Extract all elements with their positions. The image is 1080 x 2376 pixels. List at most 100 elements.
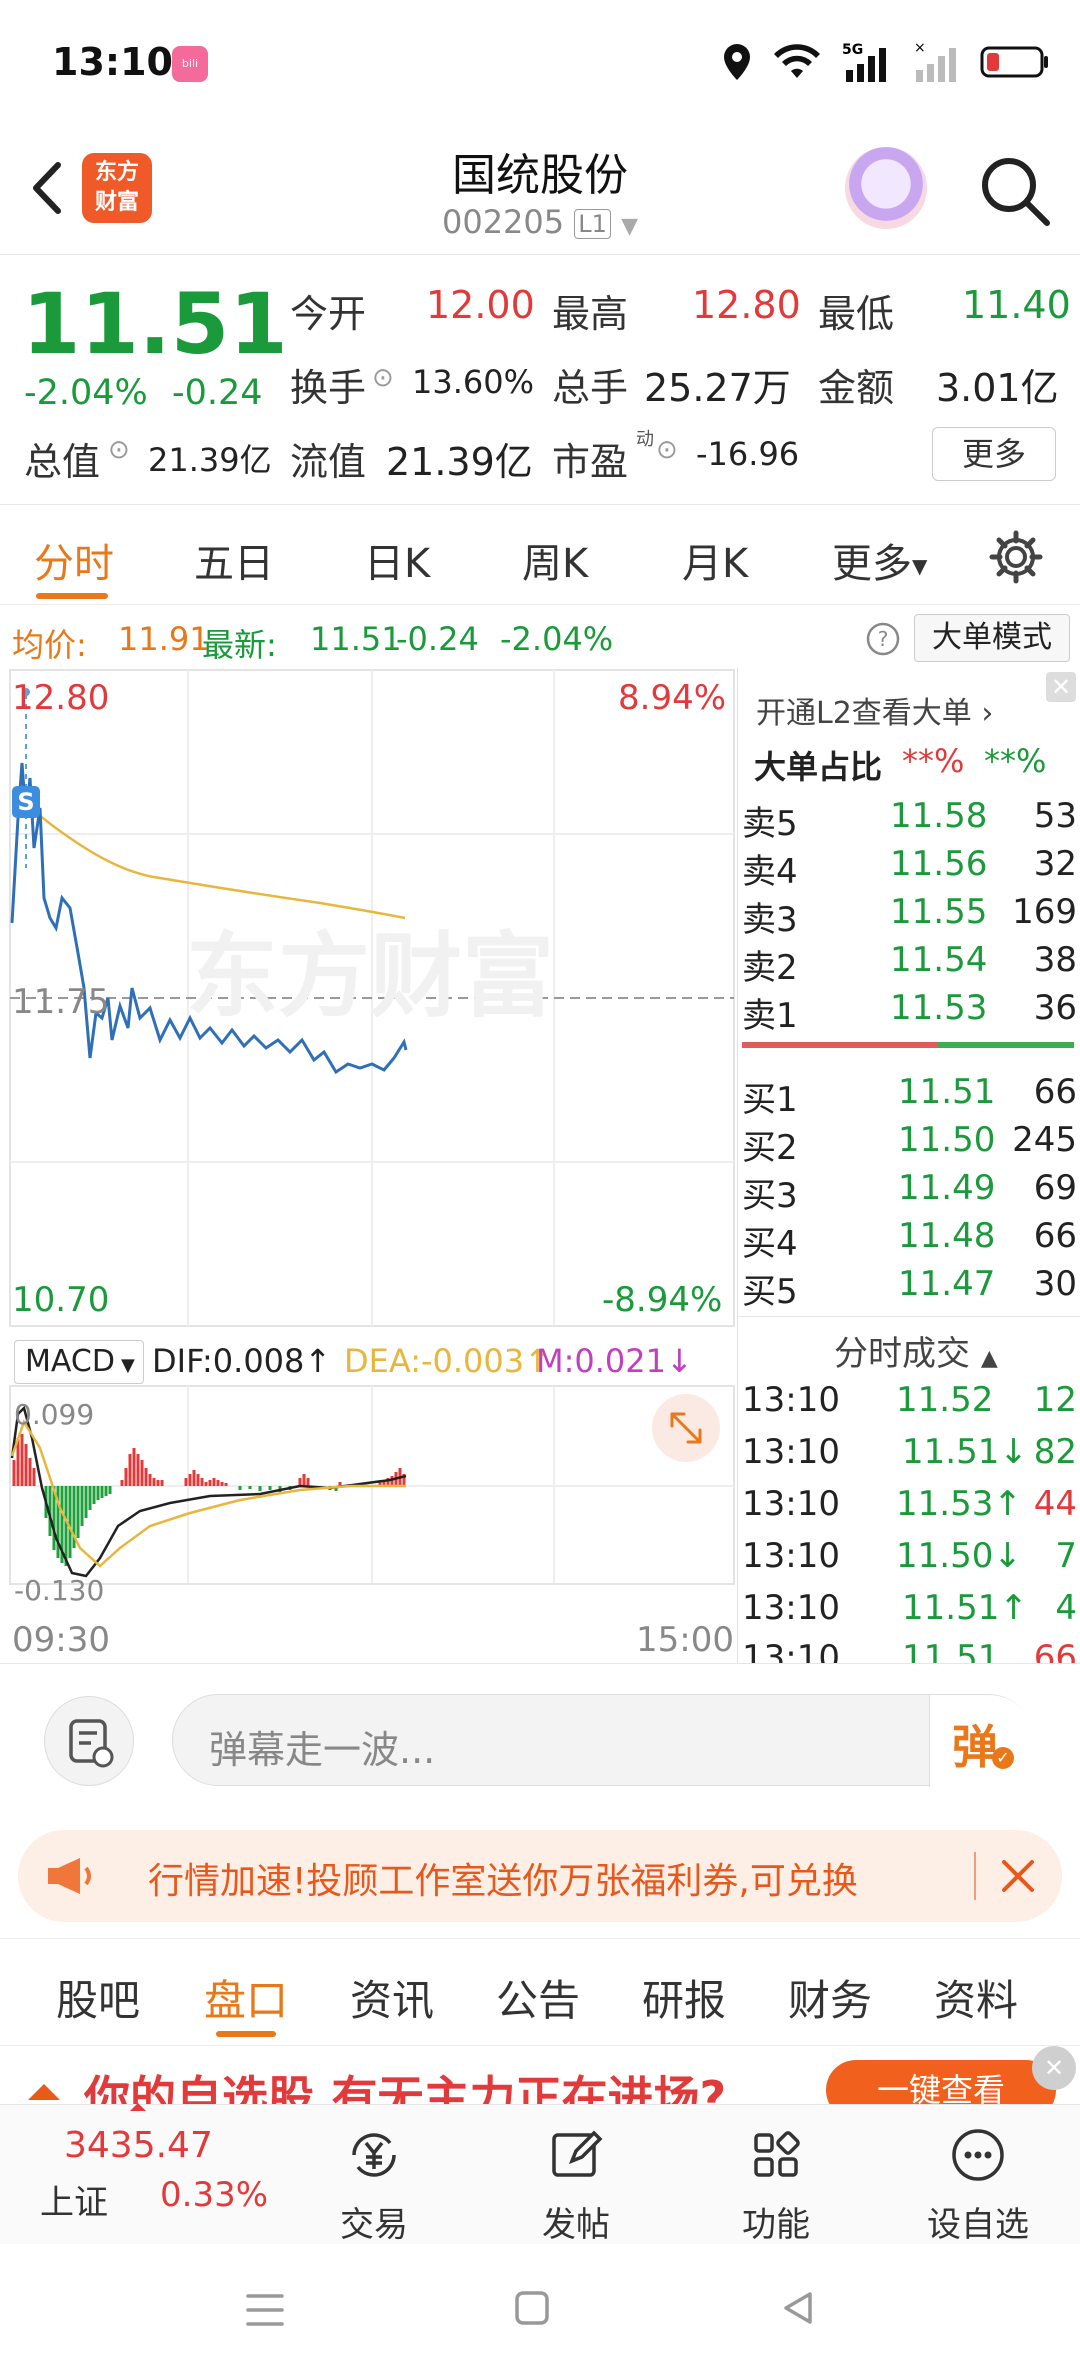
info-dots-icon[interactable]: ⊙ [656, 435, 678, 465]
ask-price: 11.54 [890, 940, 988, 980]
trades-header[interactable]: 分时成交 ▲ [834, 1326, 998, 1375]
l2-upgrade-link-text: 开通L2查看大单 [756, 696, 972, 731]
svg-text:?: ? [878, 627, 889, 651]
bid-price: 11.47 [898, 1264, 996, 1304]
bilibili-notification-icon: bili [172, 46, 208, 82]
ask-price: 11.53 [890, 988, 988, 1028]
danmu-send-label: 弹 [952, 1720, 998, 1774]
home-icon[interactable] [512, 2288, 552, 2328]
tab-forum[interactable]: 股吧 [56, 1967, 140, 2028]
ask-price: 11.58 [890, 796, 988, 836]
index-name: 上证 [40, 2183, 108, 2223]
macd-m-value: M:0.021 [536, 1342, 666, 1380]
caret-down-icon: ▼ [120, 1355, 135, 1376]
turnover-label: 换手 [290, 366, 367, 410]
tab-five-day[interactable]: 五日 [194, 531, 274, 589]
index-value[interactable]: 3435.47 [64, 2125, 213, 2166]
bid-volume: 69 [1033, 1168, 1077, 1208]
l2-upgrade-link[interactable]: 开通L2查看大单 › [756, 688, 993, 732]
close-icon[interactable] [1000, 1858, 1036, 1894]
trade-row: 13:10 11.52 12 [738, 1380, 1080, 1428]
back-icon[interactable] [778, 2288, 818, 2328]
functions-button[interactable]: 功能 [716, 2123, 836, 2246]
quote-panel: 11.51 -2.04% -0.24 今开 12.00 最高 12.80 最低 … [0, 255, 1080, 505]
bid-label: 买4 [742, 1224, 798, 1264]
ask-row: 卖2 11.54 38 [738, 940, 1080, 988]
intraday-chart[interactable]: 东方财富 S 12.80 8.94% 11.75 10.70 -8.94% MA… [0, 668, 735, 1663]
caret-up-icon [130, 2103, 146, 2111]
bid-volume: 66 [1033, 1072, 1077, 1112]
tab-profile[interactable]: 资料 [934, 1967, 1018, 2028]
ask-volume: 169 [1012, 892, 1077, 932]
amount-value: 3.01亿 [936, 366, 1059, 410]
tab-news[interactable]: 资讯 [350, 1967, 434, 2028]
current-price: 11.51 [22, 275, 288, 373]
add-watchlist-button[interactable]: 设自选 [918, 2123, 1038, 2246]
tab-intraday[interactable]: 分时 [34, 531, 114, 589]
status-time: 13:10 [52, 40, 173, 84]
bid-label: 买1 [742, 1080, 798, 1120]
help-icon[interactable]: ? [866, 622, 900, 656]
chevron-down-icon: ▼ [621, 214, 639, 239]
price-info-bar: 均价: 11.91 最新: 11.51 -0.24 -2.04% ? 大单模式 [0, 608, 1080, 668]
tab-weekly-k[interactable]: 周K [522, 531, 588, 589]
watchlist-ad-strip[interactable]: 你的自选股,有无主力正在进场? 一键查看 ✕ [0, 2046, 1080, 2104]
danmu-send-button[interactable]: 弹 ✓ [929, 1695, 1035, 1787]
tab-announcements[interactable]: 公告 [496, 1967, 580, 2028]
trade-row: 13:10 11.53↑ 44 [738, 1484, 1080, 1532]
danmu-placeholder: 弹幕走一波... [209, 1728, 436, 1772]
open-label: 今开 [290, 292, 367, 336]
ask-label: 卖1 [742, 996, 798, 1036]
promo-banner[interactable]: 行情加速!投顾工作室送你万张福利券,可兑换 [18, 1830, 1062, 1922]
bid-label: 买3 [742, 1176, 798, 1216]
close-icon[interactable]: ✕ [1032, 2046, 1076, 2090]
ask-label: 卖2 [742, 948, 798, 988]
tab-research[interactable]: 研报 [642, 1967, 726, 2028]
tab-daily-k[interactable]: 日K [364, 531, 430, 589]
tab-finance[interactable]: 财务 [788, 1967, 872, 2028]
post-button[interactable]: 发帖 [516, 2123, 636, 2246]
volume-value: 25.27万 [644, 366, 791, 410]
search-icon[interactable] [975, 151, 1055, 231]
caret-up-icon: ▲ [980, 1346, 998, 1371]
order-book-panel: 开通L2查看大单 › ✕ 大单占比 **% **% 卖5 11.58 53 卖4 11… [737, 668, 1080, 1664]
big-order-ratio-sell: **% [984, 742, 1047, 780]
danmu-input[interactable]: 弹幕走一波... 弹 ✓ [172, 1694, 1035, 1787]
trade-row: 13:10 11.50↓ 7 [738, 1536, 1080, 1584]
tab-monthly-k[interactable]: 月K [682, 531, 748, 589]
amount-label: 金额 [818, 366, 895, 410]
bid-row: 买3 11.49 69 [738, 1168, 1080, 1216]
latest-value: 11.51 [310, 620, 402, 658]
battery-low-icon [980, 46, 1048, 78]
chart-mid-price: 11.75 [12, 982, 110, 1022]
edit-icon [552, 2130, 603, 2177]
ask-row: 卖4 11.56 32 [738, 844, 1080, 892]
more-button[interactable]: 更多 [932, 427, 1056, 481]
big-order-mode-button[interactable]: 大单模式 [914, 614, 1070, 662]
functions-label: 功能 [742, 2205, 810, 2245]
ask-row: 卖5 11.58 53 [738, 796, 1080, 844]
indicator-select[interactable]: MACD ▼ [14, 1340, 144, 1384]
info-dots-icon[interactable]: ⊙ [108, 435, 130, 465]
ask-row: 卖3 11.55 169 [738, 892, 1080, 940]
info-dots-icon[interactable]: ⊙ [372, 363, 394, 393]
trade-volume: 44 [1033, 1484, 1077, 1524]
tab-order-book[interactable]: 盘口 [204, 1967, 288, 2028]
divider [974, 1852, 976, 1900]
menu-icon[interactable] [244, 2290, 286, 2330]
macd-low-label: -0.130 [14, 1574, 105, 1607]
yen-trade-icon [352, 2133, 396, 2177]
trade-time: 13:10 [742, 1484, 840, 1524]
tab-more[interactable]: 更多▼ [832, 531, 927, 589]
robot-assistant-avatar[interactable] [845, 147, 927, 229]
danmu-settings-button[interactable] [44, 1696, 134, 1786]
time-end: 15:00 [636, 1620, 734, 1660]
macd-m: M:0.021↓ [536, 1342, 693, 1380]
chart-high-pct: 8.94% [618, 678, 727, 718]
bid-label: 买5 [742, 1272, 798, 1312]
settings-gear-icon[interactable] [988, 529, 1044, 585]
ad-check-button[interactable]: 一键查看 [826, 2060, 1056, 2104]
system-nav-bar [0, 2244, 1080, 2376]
trade-button[interactable]: 交易 [314, 2123, 434, 2246]
close-icon[interactable]: ✕ [1046, 672, 1076, 702]
